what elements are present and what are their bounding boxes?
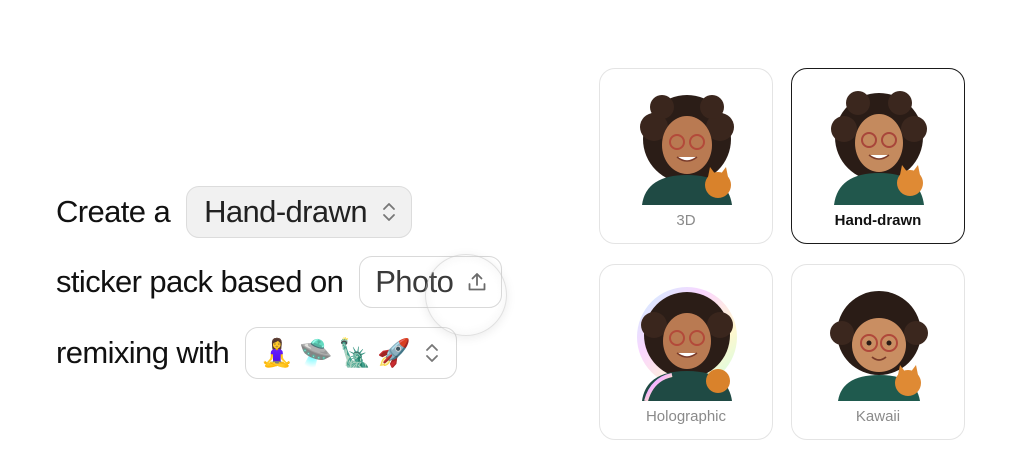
photo-upload-label: Photo — [375, 264, 454, 299]
style-card-kawaii[interactable]: Kawaii — [791, 264, 965, 440]
sticker-pack-builder: Create a Hand-drawn sticker pack based o… — [0, 0, 1024, 450]
sticker-holographic-image — [637, 287, 737, 401]
remix-emoji-select[interactable]: 🧘‍♀️ 🛸 🗽 🚀 — [245, 327, 458, 379]
style-card-label: Kawaii — [855, 408, 901, 425]
create-a-text: Create a — [56, 194, 171, 229]
chevron-up-down-icon — [424, 342, 440, 364]
emoji-meditation: 🧘‍♀️ — [260, 337, 294, 369]
sentence-line-2: sticker pack based on Photo — [56, 256, 503, 308]
sentence-line-3: remixing with 🧘‍♀️ 🛸 🗽 🚀 — [56, 327, 458, 379]
style-select-value: Hand-drawn — [204, 194, 367, 229]
sentence-line-1: Create a Hand-drawn — [56, 186, 412, 238]
remix-emoji-list: 🧘‍♀️ 🛸 🗽 🚀 — [260, 337, 411, 369]
style-card-label: Holographic — [645, 408, 727, 425]
emoji-statue-of-liberty: 🗽 — [338, 337, 372, 369]
upload-icon — [465, 270, 489, 294]
remixing-with-text: remixing with — [56, 335, 230, 370]
style-card-holographic[interactable]: Holographic — [599, 264, 773, 440]
style-card-hand-drawn[interactable]: Hand-drawn — [791, 68, 965, 244]
style-card-label: 3D — [676, 212, 696, 229]
photo-upload-button[interactable]: Photo — [359, 256, 503, 308]
style-card-label: Hand-drawn — [834, 212, 922, 229]
chevron-up-down-icon — [381, 201, 397, 223]
sticker-kawaii-image — [830, 291, 928, 401]
emoji-ufo: 🛸 — [299, 337, 333, 369]
sticker-hand-drawn-image — [831, 91, 927, 205]
sticker-pack-based-on-text: sticker pack based on — [56, 264, 344, 299]
style-select[interactable]: Hand-drawn — [186, 186, 412, 238]
style-card-3d[interactable]: 3D — [599, 68, 773, 244]
sticker-3d-image — [640, 95, 734, 205]
emoji-rocket: 🚀 — [377, 337, 411, 369]
